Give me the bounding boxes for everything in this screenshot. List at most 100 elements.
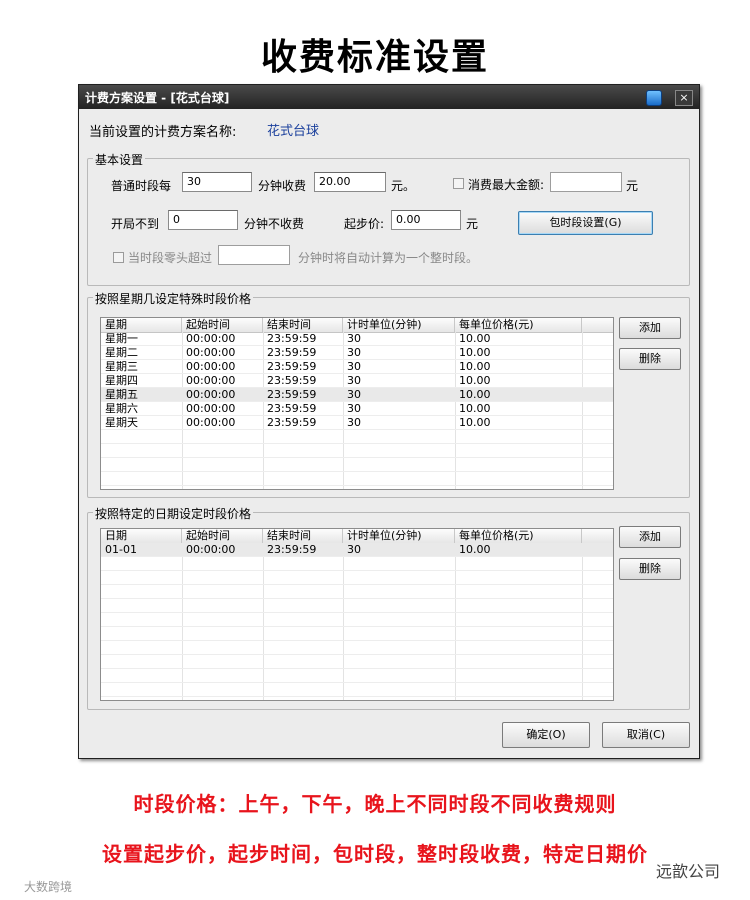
table-row[interactable]: 星期一 00:00:00 23:59:59 30 10.00: [101, 332, 613, 346]
cell-weekday: 星期一: [105, 332, 138, 345]
cancel-button[interactable]: 取消(C): [602, 722, 690, 748]
cell-unit-price: 10.00: [459, 374, 491, 387]
empty-row: [101, 430, 613, 444]
max-fee-checkbox[interactable]: [453, 178, 464, 189]
table-row[interactable]: 星期三 00:00:00 23:59:59 30 10.00: [101, 360, 613, 374]
cell-unit-price: 10.00: [459, 332, 491, 345]
watermark-left: 大数跨境: [24, 880, 73, 894]
normal-period-input[interactable]: 30: [182, 172, 252, 192]
empty-row: [101, 458, 613, 472]
window-title: 计费方案设置 - [花式台球]: [85, 91, 230, 105]
cell-end-time: 23:59:59: [267, 360, 317, 373]
cell-start-time: 00:00:00: [186, 388, 236, 401]
empty-row: [101, 472, 613, 486]
yuan-unit-label: 元。: [391, 179, 416, 193]
fee-scheme-dialog: 计费方案设置 - [花式台球] × 当前设置的计费方案名称: 花式台球 基本设置…: [78, 84, 700, 759]
table-row[interactable]: 01-01 00:00:00 23:59:59 30 10.00: [101, 543, 613, 557]
cell-end-time: 23:59:59: [267, 374, 317, 387]
weekday-add-button[interactable]: 添加: [619, 317, 681, 339]
cell-start-time: 00:00:00: [186, 346, 236, 359]
max-fee-unit-label: 元: [626, 179, 639, 193]
cell-start-time: 00:00:00: [186, 374, 236, 387]
max-fee-input[interactable]: [550, 172, 622, 192]
cell-weekday: 星期三: [105, 360, 138, 373]
cell-weekday: 星期六: [105, 402, 138, 415]
close-button[interactable]: ×: [675, 90, 693, 106]
remainder-input[interactable]: [218, 245, 290, 265]
title-bar[interactable]: 计费方案设置 - [花式台球] ×: [79, 85, 699, 109]
col-time-unit[interactable]: 计时单位(分钟): [343, 318, 455, 332]
cell-time-unit: 30: [347, 332, 361, 345]
empty-row: [101, 655, 613, 669]
cell-weekday: 星期二: [105, 346, 138, 359]
empty-row: [101, 585, 613, 599]
cell-start-time: 00:00:00: [186, 543, 236, 556]
shirt-icon[interactable]: [646, 90, 662, 106]
free-minutes-input[interactable]: 0: [168, 210, 238, 230]
table-row[interactable]: 星期六 00:00:00 23:59:59 30 10.00: [101, 402, 613, 416]
empty-row: [101, 557, 613, 571]
col-weekday[interactable]: 星期: [101, 318, 182, 332]
remainder-suffix: 分钟时将自动计算为一个整时段。: [298, 251, 479, 265]
cell-start-time: 00:00:00: [186, 402, 236, 415]
col-time-unit[interactable]: 计时单位(分钟): [343, 529, 455, 543]
normal-period-label: 普通时段每: [111, 179, 172, 193]
empty-row: [101, 444, 613, 458]
cell-end-time: 23:59:59: [267, 402, 317, 415]
cell-start-time: 00:00:00: [186, 360, 236, 373]
package-period-button[interactable]: 包时段设置(G): [518, 211, 653, 235]
cell-weekday: 星期天: [105, 416, 138, 429]
caption-line-1: 时段价格：上午，下午，晚上不同时段不同收费规则: [133, 792, 617, 816]
date-delete-button[interactable]: 删除: [619, 558, 681, 580]
cell-unit-price: 10.00: [459, 416, 491, 429]
empty-row: [101, 627, 613, 641]
table-row[interactable]: 星期五 00:00:00 23:59:59 30 10.00: [101, 388, 613, 402]
cell-end-time: 23:59:59: [267, 332, 317, 345]
date-add-button[interactable]: 添加: [619, 526, 681, 548]
cell-date: 01-01: [105, 543, 137, 556]
col-end-time[interactable]: 结束时间: [263, 529, 343, 543]
cell-time-unit: 30: [347, 416, 361, 429]
weekday-price-title: 按照星期几设定特殊时段价格: [93, 290, 254, 307]
empty-row: [101, 641, 613, 655]
caption-line-2: 设置起步价，起步时间，包时段，整时段收费，特定日期价: [102, 842, 648, 866]
cell-time-unit: 30: [347, 388, 361, 401]
watermark-right: 远歆公司: [656, 862, 721, 881]
col-unit-price[interactable]: 每单位价格(元): [455, 529, 582, 543]
cell-end-time: 23:59:59: [267, 388, 317, 401]
col-date[interactable]: 日期: [101, 529, 182, 543]
cell-unit-price: 10.00: [459, 388, 491, 401]
weekday-delete-button[interactable]: 删除: [619, 348, 681, 370]
page-title: 收费标准设置: [260, 37, 489, 78]
col-start-time[interactable]: 起始时间: [182, 529, 263, 543]
cell-end-time: 23:59:59: [267, 346, 317, 359]
empty-row: [101, 669, 613, 683]
empty-row: [101, 683, 613, 697]
empty-row: [101, 599, 613, 613]
table-row[interactable]: 星期二 00:00:00 23:59:59 30 10.00: [101, 346, 613, 360]
free-minutes-suffix: 分钟不收费: [244, 217, 305, 231]
cell-time-unit: 30: [347, 402, 361, 415]
free-start-label: 开局不到: [111, 217, 160, 231]
cell-unit-price: 10.00: [459, 402, 491, 415]
scheme-name-value: 花式台球: [267, 124, 320, 139]
start-price-unit: 元: [466, 217, 479, 231]
table-row[interactable]: 星期四 00:00:00 23:59:59 30 10.00: [101, 374, 613, 388]
table-row[interactable]: 星期天 00:00:00 23:59:59 30 10.00: [101, 416, 613, 430]
col-end-time[interactable]: 结束时间: [263, 318, 343, 332]
empty-row: [101, 613, 613, 627]
col-start-time[interactable]: 起始时间: [182, 318, 263, 332]
cell-end-time: 23:59:59: [267, 543, 317, 556]
ok-button[interactable]: 确定(O): [502, 722, 590, 748]
minute-fee-input[interactable]: 20.00: [314, 172, 386, 192]
empty-row: [101, 571, 613, 585]
remainder-checkbox[interactable]: [113, 252, 124, 263]
weekday-table-header: 星期 起始时间 结束时间 计时单位(分钟) 每单位价格(元): [101, 318, 613, 333]
cell-time-unit: 30: [347, 374, 361, 387]
col-unit-price[interactable]: 每单位价格(元): [455, 318, 582, 332]
max-fee-label: 消费最大金额:: [468, 178, 545, 192]
weekday-price-table: 星期 起始时间 结束时间 计时单位(分钟) 每单位价格(元) 星期一 00:00…: [100, 317, 614, 490]
start-price-input[interactable]: 0.00: [391, 210, 461, 230]
scheme-name-label: 当前设置的计费方案名称:: [89, 125, 237, 140]
cell-time-unit: 30: [347, 346, 361, 359]
